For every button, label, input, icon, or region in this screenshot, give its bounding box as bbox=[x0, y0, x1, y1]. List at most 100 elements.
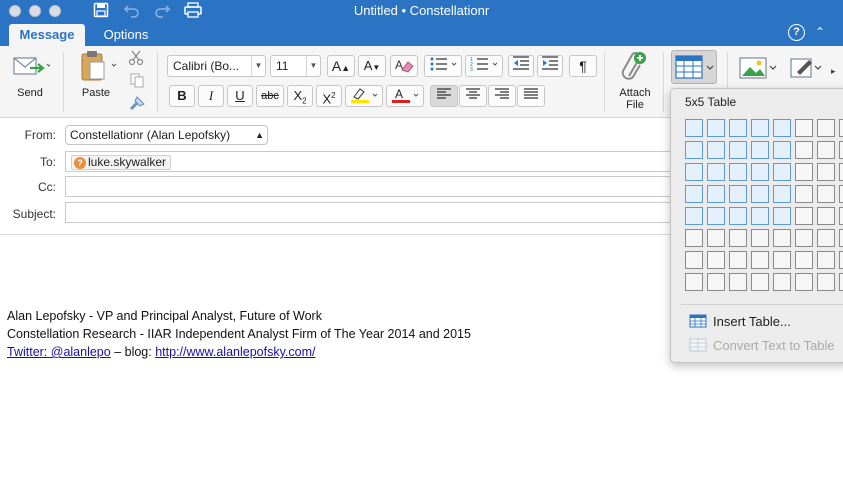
from-select[interactable]: Constellationr (Alan Lepofsky) ▲ bbox=[65, 125, 268, 145]
highlight-color-button[interactable] bbox=[345, 85, 383, 107]
table-grid-cell[interactable] bbox=[751, 207, 769, 225]
font-color-button[interactable]: A bbox=[386, 85, 424, 107]
table-grid-cell[interactable] bbox=[817, 273, 835, 291]
strikethrough-button[interactable]: abc bbox=[256, 85, 284, 107]
table-grid-cell[interactable] bbox=[707, 185, 725, 203]
blog-link[interactable]: http://www.alanlepofsky.com/ bbox=[155, 345, 315, 359]
table-grid-cell[interactable] bbox=[685, 273, 703, 291]
table-grid-cell[interactable] bbox=[773, 119, 791, 137]
table-grid-cell[interactable] bbox=[773, 273, 791, 291]
table-grid-cell[interactable] bbox=[729, 273, 747, 291]
font-name-select[interactable]: Calibri (Bo... ▼ bbox=[167, 55, 266, 77]
table-grid-cell[interactable] bbox=[685, 141, 703, 159]
table-grid-cell[interactable] bbox=[795, 251, 813, 269]
table-grid-cell[interactable] bbox=[707, 141, 725, 159]
table-grid-cell[interactable] bbox=[839, 229, 843, 247]
align-right-button[interactable] bbox=[488, 85, 516, 107]
table-grid-cell[interactable] bbox=[707, 229, 725, 247]
cc-field[interactable] bbox=[65, 176, 685, 197]
insert-table-menu-item[interactable]: Insert Table... bbox=[689, 314, 791, 331]
table-grid-cell[interactable] bbox=[751, 119, 769, 137]
table-grid-cell[interactable] bbox=[795, 229, 813, 247]
picture-button[interactable] bbox=[738, 56, 778, 83]
justify-button[interactable] bbox=[517, 85, 545, 107]
table-grid-cell[interactable] bbox=[685, 251, 703, 269]
help-icon[interactable]: ? bbox=[788, 24, 805, 41]
table-grid-cell[interactable] bbox=[685, 119, 703, 137]
table-grid-cell[interactable] bbox=[773, 185, 791, 203]
grow-font-button[interactable]: A▲ bbox=[327, 55, 355, 77]
decrease-indent-button[interactable] bbox=[508, 55, 534, 77]
table-grid-cell[interactable] bbox=[751, 141, 769, 159]
table-grid-cell[interactable] bbox=[707, 119, 725, 137]
signature-button[interactable] bbox=[789, 56, 825, 83]
table-grid-cell[interactable] bbox=[817, 119, 835, 137]
table-grid-cell[interactable] bbox=[773, 229, 791, 247]
table-grid-cell[interactable] bbox=[729, 229, 747, 247]
table-grid-cell[interactable] bbox=[795, 141, 813, 159]
cut-icon[interactable] bbox=[128, 50, 144, 69]
shrink-font-button[interactable]: A▼ bbox=[358, 55, 386, 77]
font-size-select[interactable]: 11 ▼ bbox=[270, 55, 321, 77]
numbering-button[interactable]: 123 bbox=[465, 55, 503, 77]
table-grid-cell[interactable] bbox=[685, 185, 703, 203]
table-grid-cell[interactable] bbox=[817, 229, 835, 247]
table-grid-cell[interactable] bbox=[685, 207, 703, 225]
table-grid-cell[interactable] bbox=[795, 207, 813, 225]
table-grid-cell[interactable] bbox=[729, 207, 747, 225]
send-button[interactable]: Send bbox=[6, 52, 54, 99]
table-grid-cell[interactable] bbox=[685, 163, 703, 181]
table-grid-cell[interactable] bbox=[817, 251, 835, 269]
table-grid-cell[interactable] bbox=[839, 141, 843, 159]
table-grid-cell[interactable] bbox=[839, 207, 843, 225]
attach-file-button[interactable]: Attach File bbox=[612, 50, 658, 111]
table-grid-cell[interactable] bbox=[773, 251, 791, 269]
collapse-ribbon-icon[interactable]: ⌃ bbox=[815, 25, 825, 39]
tab-message[interactable]: Message bbox=[9, 24, 85, 46]
table-grid-cell[interactable] bbox=[839, 163, 843, 181]
table-grid-cell[interactable] bbox=[707, 207, 725, 225]
bold-button[interactable]: B bbox=[169, 85, 195, 107]
show-formatting-button[interactable]: ¶ bbox=[569, 55, 597, 77]
table-grid-cell[interactable] bbox=[751, 185, 769, 203]
paste-button[interactable]: Paste bbox=[72, 50, 120, 99]
table-grid-cell[interactable] bbox=[839, 185, 843, 203]
table-grid-cell[interactable] bbox=[817, 141, 835, 159]
table-grid-cell[interactable] bbox=[817, 207, 835, 225]
clear-formatting-button[interactable]: A bbox=[390, 55, 418, 77]
tab-options[interactable]: Options bbox=[92, 24, 160, 46]
italic-button[interactable]: I bbox=[198, 85, 224, 107]
table-grid-cell[interactable] bbox=[707, 251, 725, 269]
align-left-button[interactable] bbox=[430, 85, 458, 107]
table-button[interactable] bbox=[671, 50, 717, 84]
table-grid-cell[interactable] bbox=[729, 163, 747, 181]
underline-button[interactable]: U bbox=[227, 85, 253, 107]
table-grid-cell[interactable] bbox=[839, 119, 843, 137]
table-grid-cell[interactable] bbox=[817, 185, 835, 203]
subject-field[interactable] bbox=[65, 202, 685, 223]
convert-text-to-table-menu-item[interactable]: Convert Text to Table bbox=[689, 338, 835, 355]
table-grid-cell[interactable] bbox=[773, 163, 791, 181]
recipient-token[interactable]: ? luke.skywalker bbox=[71, 155, 172, 170]
table-grid-cell[interactable] bbox=[729, 141, 747, 159]
table-grid-cell[interactable] bbox=[751, 229, 769, 247]
table-grid-cell[interactable] bbox=[707, 273, 725, 291]
table-grid-cell[interactable] bbox=[839, 251, 843, 269]
table-grid-cell[interactable] bbox=[729, 251, 747, 269]
table-grid-cell[interactable] bbox=[795, 119, 813, 137]
table-grid-cell[interactable] bbox=[751, 251, 769, 269]
table-grid-cell[interactable] bbox=[707, 163, 725, 181]
table-grid-cell[interactable] bbox=[751, 273, 769, 291]
superscript-button[interactable]: X2 bbox=[316, 85, 342, 107]
table-grid-cell[interactable] bbox=[729, 185, 747, 203]
increase-indent-button[interactable] bbox=[537, 55, 563, 77]
table-grid-cell[interactable] bbox=[685, 229, 703, 247]
bullets-button[interactable] bbox=[424, 55, 462, 77]
table-grid-cell[interactable] bbox=[817, 163, 835, 181]
table-grid-cell[interactable] bbox=[795, 163, 813, 181]
format-painter-icon[interactable] bbox=[128, 95, 146, 114]
subscript-button[interactable]: X2 bbox=[287, 85, 313, 107]
table-grid-cell[interactable] bbox=[795, 185, 813, 203]
align-center-button[interactable] bbox=[459, 85, 487, 107]
table-grid-cell[interactable] bbox=[751, 163, 769, 181]
